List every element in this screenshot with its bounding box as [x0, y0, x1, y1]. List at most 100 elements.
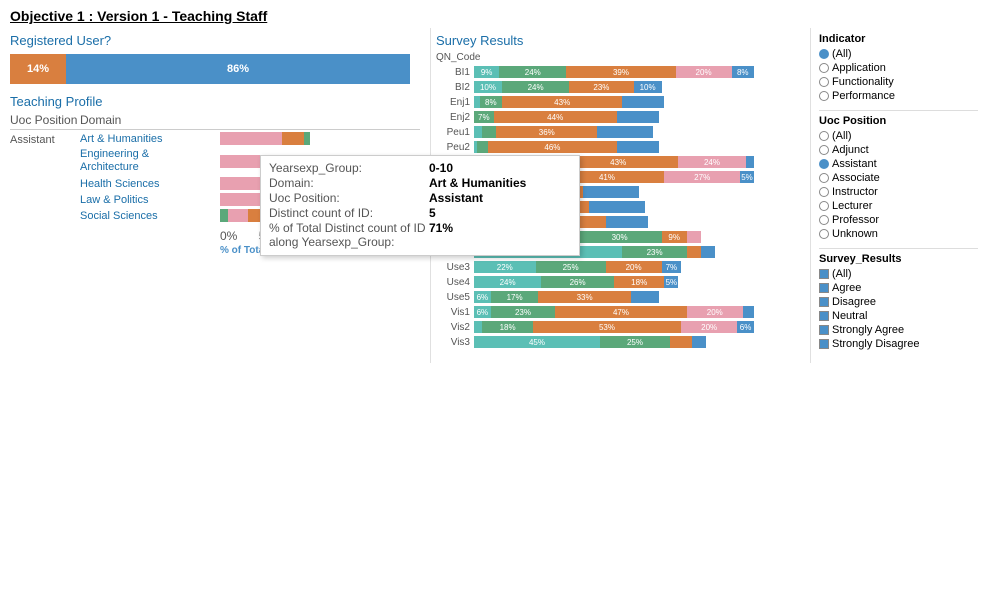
check-label-disagree: Disagree	[832, 296, 876, 308]
seg-blue	[743, 306, 754, 318]
pos-associate[interactable]: Associate	[819, 172, 978, 184]
seg-blue: 10%	[634, 81, 662, 93]
bar-pink-social	[228, 209, 248, 222]
pos-assistant[interactable]: Assistant	[819, 158, 978, 170]
check-strongly-agree[interactable]: Strongly Agree	[819, 324, 978, 336]
seg-green: 24%	[499, 66, 566, 78]
seg-blue: 5%	[664, 276, 678, 288]
checkbox-all[interactable]	[819, 269, 829, 279]
check-all[interactable]: (All)	[819, 268, 978, 280]
pos-unknown[interactable]: Unknown	[819, 228, 978, 240]
seg-label: 43%	[554, 98, 570, 107]
seg-orange: 39%	[566, 66, 675, 78]
seg-orange: 33%	[538, 291, 630, 303]
seg-label: 43%	[610, 158, 626, 167]
seg-label: 8%	[485, 98, 497, 107]
seg-orange: 46%	[488, 141, 617, 153]
seg-green: 23%	[491, 306, 555, 318]
seg-green: 17%	[491, 291, 539, 303]
radio-pos-instructor[interactable]	[819, 187, 829, 197]
radio-pos-lecturer[interactable]	[819, 201, 829, 211]
pos-lecturer[interactable]: Lecturer	[819, 200, 978, 212]
bars-Peu1: 36%	[474, 126, 805, 138]
seg-green: 24%	[502, 81, 569, 93]
radio-pos-assistant[interactable]	[819, 159, 829, 169]
seg-teal	[474, 126, 482, 138]
tooltip: Yearsexp_Group: 0-10 Domain: Art & Human…	[260, 155, 580, 256]
seg-pink: 24%	[678, 156, 745, 168]
indicator-functionality[interactable]: Functionality	[819, 76, 978, 88]
radio-pos-unknown[interactable]	[819, 229, 829, 239]
tooltip-count: Distinct count of ID: 5	[269, 206, 571, 220]
seg-label: 7%	[666, 263, 678, 272]
seg-pink: 20%	[676, 66, 732, 78]
check-strongly-disagree[interactable]: Strongly Disagree	[819, 338, 978, 350]
tooltip-count-value: 5	[429, 206, 436, 220]
indicator-application[interactable]: Application	[819, 62, 978, 74]
pos-instructor[interactable]: Instructor	[819, 186, 978, 198]
radio-pos-all[interactable]	[819, 131, 829, 141]
seg-label: 23%	[647, 248, 663, 257]
divider-1	[819, 110, 978, 111]
radio-label-all: (All)	[832, 48, 852, 60]
seg-label: 24%	[704, 158, 720, 167]
bars-Use3: 22%25%20%7%	[474, 261, 805, 273]
radio-indicator-application[interactable]	[819, 63, 829, 73]
checkbox-neutral[interactable]	[819, 311, 829, 321]
pos-adjunct[interactable]: Adjunct	[819, 144, 978, 156]
seg-blue	[617, 141, 659, 153]
seg-label: 10%	[480, 83, 496, 92]
seg-blue	[597, 126, 653, 138]
seg-label: 47%	[613, 308, 629, 317]
seg-label: 45%	[529, 338, 545, 347]
radio-label-functionality: Functionality	[832, 76, 894, 88]
seg-blue: 6%	[737, 321, 754, 333]
check-agree[interactable]: Agree	[819, 282, 978, 294]
radio-pos-professor[interactable]	[819, 215, 829, 225]
checkbox-disagree[interactable]	[819, 297, 829, 307]
check-disagree[interactable]: Disagree	[819, 296, 978, 308]
seg-label: 20%	[696, 68, 712, 77]
radio-pos-associate[interactable]	[819, 173, 829, 183]
survey-row-Peu1: Peu136%	[436, 125, 805, 139]
radio-indicator-functionality[interactable]	[819, 77, 829, 87]
survey-qn-Enj2: Enj2	[436, 112, 474, 123]
seg-green	[477, 141, 488, 153]
seg-green: 26%	[541, 276, 614, 288]
bar-green-social	[220, 209, 228, 222]
radio-pos-adjunct[interactable]	[819, 145, 829, 155]
domain-label-eng: Engineering &Architecture	[80, 148, 220, 174]
col-chart-header	[220, 113, 420, 127]
checkbox-agree[interactable]	[819, 283, 829, 293]
survey-qn-BI1: BI1	[436, 67, 474, 78]
left-panel: Registered User? 14% 86% Teaching Profil…	[0, 28, 430, 363]
radio-label-lecturer: Lecturer	[832, 200, 872, 212]
seg-teal: 10%	[474, 81, 502, 93]
radio-indicator-performance[interactable]	[819, 91, 829, 101]
bar-art	[220, 132, 310, 145]
check-label-agree: Agree	[832, 282, 861, 294]
domain-label-health: Health Sciences	[80, 178, 220, 190]
seg-blue	[583, 186, 639, 198]
bars-BI1: 9%24%39%20%8%	[474, 66, 805, 78]
seg-blue: 8%	[732, 66, 754, 78]
pos-all[interactable]: (All)	[819, 130, 978, 142]
tooltip-pct-label: % of Total Distinct count of ID along Ye…	[269, 221, 429, 249]
bars-BI2: 10%24%23%10%	[474, 81, 805, 93]
seg-orange: 53%	[533, 321, 681, 333]
seg-green: 25%	[536, 261, 606, 273]
seg-teal	[474, 321, 482, 333]
pos-professor[interactable]: Professor	[819, 214, 978, 226]
check-neutral[interactable]: Neutral	[819, 310, 978, 322]
tooltip-yearsexp-label: Yearsexp_Group:	[269, 161, 429, 175]
checkbox-strongly-agree[interactable]	[819, 325, 829, 335]
indicator-all[interactable]: (All)	[819, 48, 978, 60]
bars-Enj2: 7%44%	[474, 111, 805, 123]
survey-qn-BI2: BI2	[436, 82, 474, 93]
seg-pink: 20%	[687, 306, 743, 318]
bars-Peu2: 46%	[474, 141, 805, 153]
seg-orange: 23%	[569, 81, 633, 93]
radio-indicator-all[interactable]	[819, 49, 829, 59]
checkbox-strongly-disagree[interactable]	[819, 339, 829, 349]
indicator-performance[interactable]: Performance	[819, 90, 978, 102]
